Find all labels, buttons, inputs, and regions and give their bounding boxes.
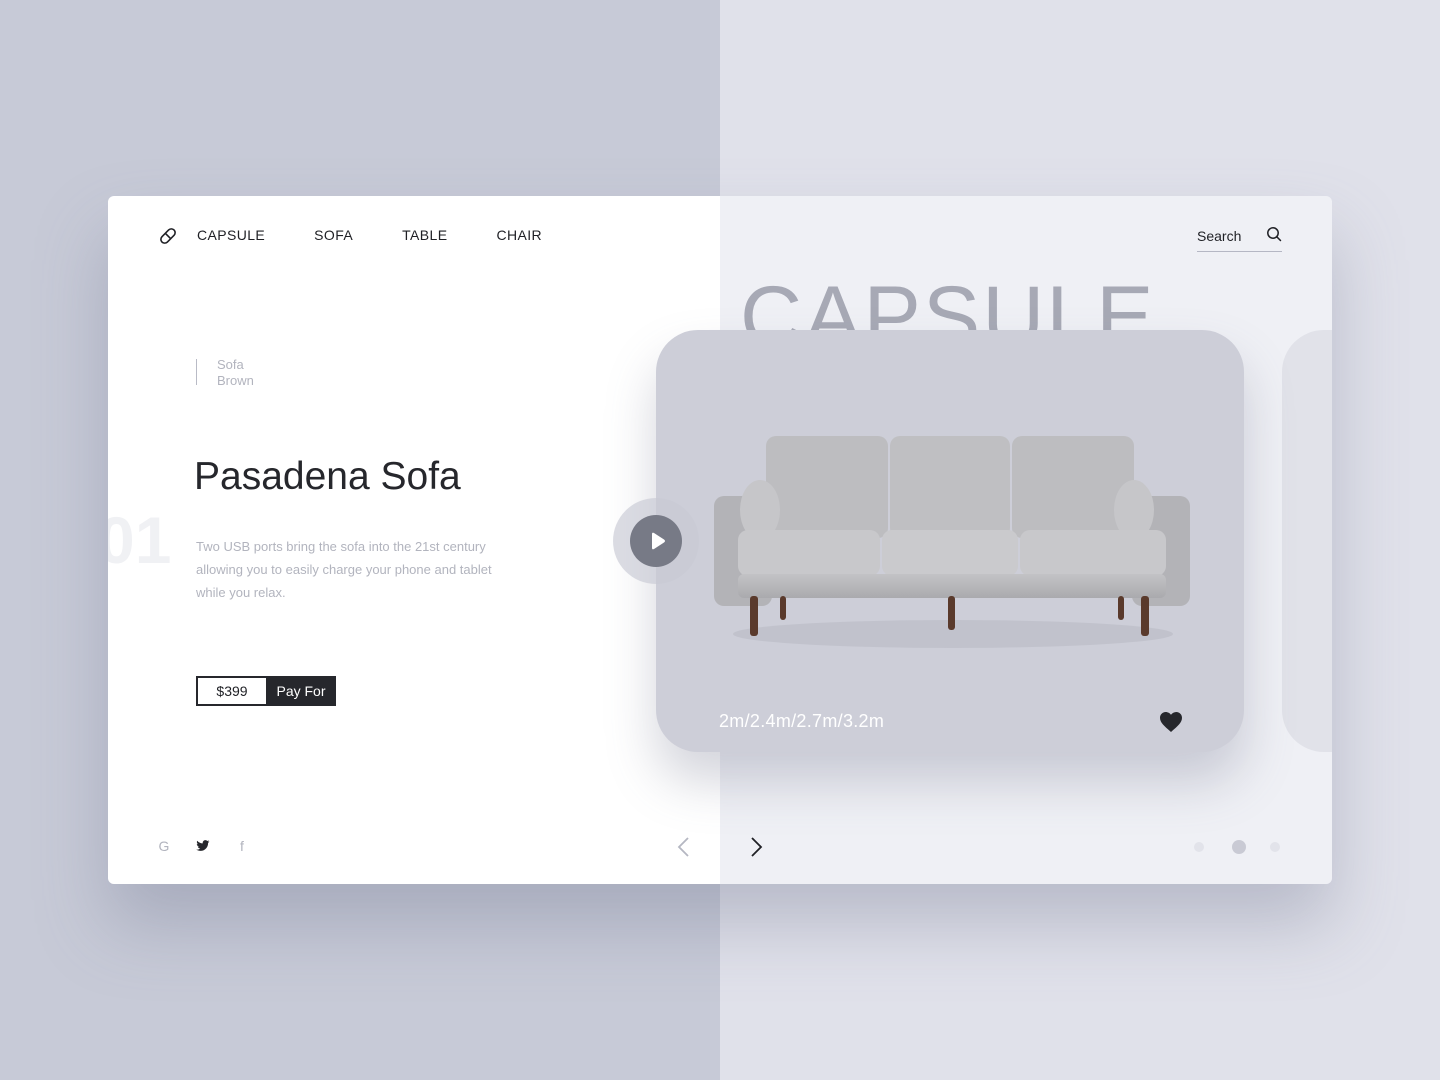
product-card[interactable]: 2m/2.4m/2.7m/3.2m [656,330,1244,752]
nav-item-sofa[interactable]: SOFA [314,227,353,243]
main-card: CAPSULE CAPSULE SOFA TABLE CHAIR Search … [108,196,1332,884]
pagination-dot-3[interactable] [1270,842,1280,852]
play-icon [652,532,665,550]
pagination-dot-1[interactable] [1194,842,1204,852]
price-tag: $399 [196,676,266,706]
size-options: 2m/2.4m/2.7m/3.2m [719,711,885,731]
product-color: Brown [217,373,254,388]
google-icon[interactable]: G [158,838,170,854]
product-title: Pasadena Sofa [194,455,461,498]
search-label: Search [1197,228,1242,244]
capsule-pill-icon[interactable] [158,226,178,246]
nav-item-table[interactable]: TABLE [402,227,447,243]
play-button[interactable] [613,498,699,584]
play-button-inner [630,515,682,567]
search-icon[interactable] [1266,226,1282,242]
price-group: $399 Pay For [196,676,336,706]
slide-index: 01 [108,503,172,577]
next-arrow-icon[interactable] [750,836,764,858]
product-description: Two USB ports bring the sofa into the 21… [196,539,492,600]
heart-icon[interactable] [1159,711,1183,733]
twitter-icon[interactable] [196,840,210,852]
next-product-card[interactable] [1282,330,1332,752]
search-field[interactable]: Search [1197,226,1282,252]
pagination-dot-2[interactable] [1232,840,1246,854]
sofa-image [714,436,1190,648]
nav-item-capsule[interactable]: CAPSULE [197,227,265,243]
category-divider [196,359,197,385]
facebook-icon[interactable]: f [236,838,248,854]
social-links: G f [158,838,274,854]
nav-item-chair[interactable]: CHAIR [496,227,542,243]
pagination-dots [1194,840,1280,854]
prev-arrow-icon[interactable] [676,836,690,858]
top-nav: CAPSULE SOFA TABLE CHAIR [197,227,542,243]
product-category: Sofa [217,357,244,372]
pay-button[interactable]: Pay For [266,676,336,706]
